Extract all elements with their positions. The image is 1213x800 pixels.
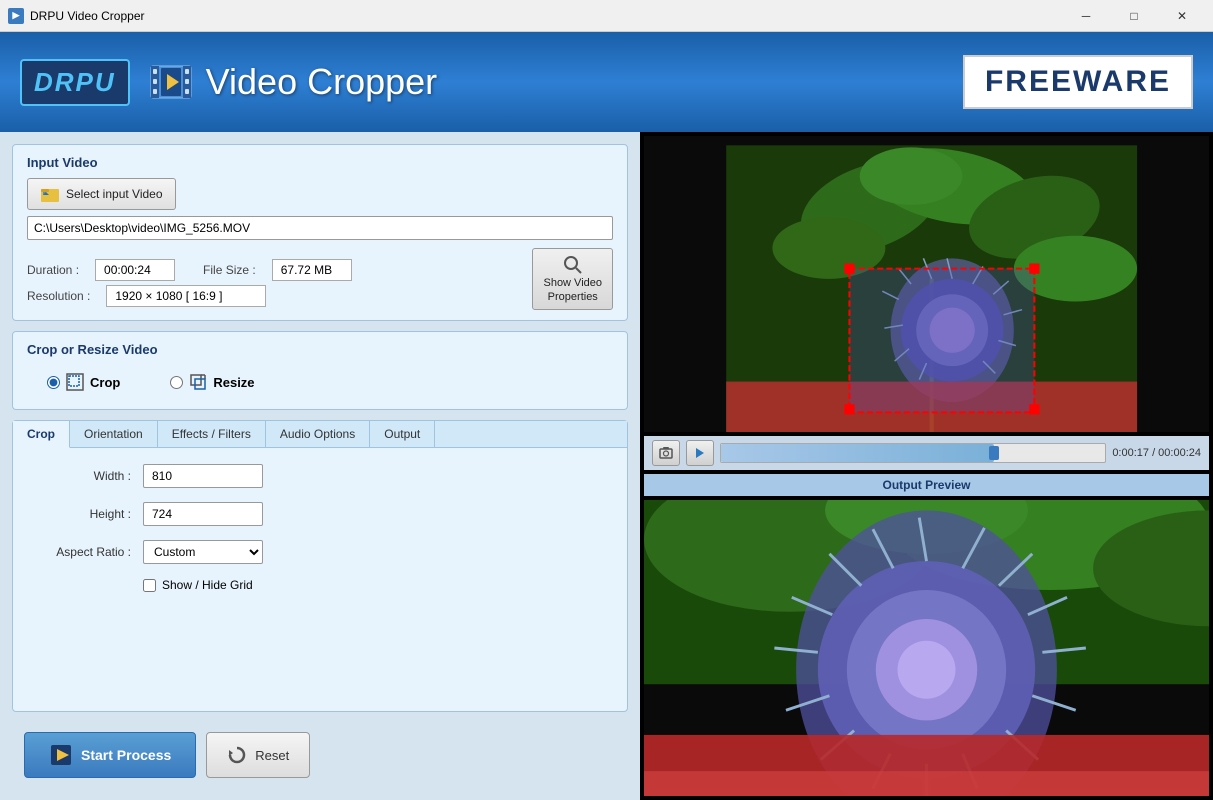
maximize-button[interactable]: □ bbox=[1111, 1, 1157, 31]
close-button[interactable]: ✕ bbox=[1159, 1, 1205, 31]
crop-resize-title: Crop or Resize Video bbox=[27, 342, 613, 357]
snapshot-button[interactable] bbox=[652, 440, 680, 466]
reset-icon bbox=[227, 745, 247, 765]
show-hide-grid-row: Show / Hide Grid bbox=[143, 578, 607, 592]
title-bar-controls: ─ □ ✕ bbox=[1063, 1, 1205, 31]
resolution-label: Resolution : bbox=[27, 289, 90, 303]
reset-button[interactable]: Reset bbox=[206, 732, 310, 778]
show-hide-grid-checkbox[interactable] bbox=[143, 579, 156, 592]
crop-option[interactable]: Crop bbox=[47, 373, 120, 391]
show-props-label2: Properties bbox=[548, 291, 598, 303]
aspect-ratio-row: Aspect Ratio : Custom 16:9 4:3 1:1 9:16 bbox=[33, 540, 607, 564]
play-icon bbox=[695, 447, 705, 459]
minimize-button[interactable]: ─ bbox=[1063, 1, 1109, 31]
start-process-label: Start Process bbox=[81, 747, 171, 763]
duration-label: Duration : bbox=[27, 263, 79, 277]
tab-audio[interactable]: Audio Options bbox=[266, 421, 370, 447]
height-label: Height : bbox=[33, 507, 143, 521]
right-panel: 0:00:17 / 00:00:24 Output Preview bbox=[640, 132, 1213, 800]
seek-bar[interactable] bbox=[720, 443, 1106, 463]
show-properties-button[interactable]: Show Video Properties bbox=[532, 248, 613, 310]
reset-label: Reset bbox=[255, 748, 289, 763]
width-label: Width : bbox=[33, 469, 143, 483]
app-icon: ▶ bbox=[8, 8, 24, 24]
magnify-icon bbox=[563, 255, 583, 275]
title-bar-text: DRPU Video Cropper bbox=[30, 9, 145, 23]
play-button[interactable] bbox=[686, 440, 714, 466]
aspect-ratio-label: Aspect Ratio : bbox=[33, 545, 143, 559]
bottom-bar: Start Process Reset bbox=[12, 722, 628, 788]
left-panel: Input Video Select input Video C:\Users\… bbox=[0, 132, 640, 800]
duration-value: 00:00:24 bbox=[95, 259, 175, 281]
tabs-header: Crop Orientation Effects / Filters Audio… bbox=[13, 421, 627, 448]
filesize-value: 67.72 MB bbox=[272, 259, 352, 281]
resize-radio[interactable] bbox=[170, 376, 183, 389]
file-path-input[interactable]: C:\Users\Desktop\video\IMG_5256.MOV bbox=[27, 216, 613, 240]
select-video-button[interactable]: Select input Video bbox=[27, 178, 176, 210]
filesize-label: File Size : bbox=[203, 263, 256, 277]
input-video-section: Input Video Select input Video C:\Users\… bbox=[12, 144, 628, 321]
preview-controls: 0:00:17 / 00:00:24 bbox=[644, 436, 1209, 470]
output-preview-label: Output Preview bbox=[644, 474, 1209, 496]
time-display: 0:00:17 / 00:00:24 bbox=[1112, 447, 1201, 459]
aspect-ratio-select[interactable]: Custom 16:9 4:3 1:1 9:16 bbox=[143, 540, 263, 564]
input-video-title: Input Video bbox=[27, 155, 613, 170]
height-row: Height : bbox=[33, 502, 607, 526]
show-props-label: Show Video bbox=[543, 277, 602, 289]
freeware-badge: FREEWARE bbox=[963, 55, 1193, 109]
film-icon bbox=[146, 57, 196, 107]
resolution-value: 1920 × 1080 [ 16:9 ] bbox=[106, 285, 266, 307]
tab-crop-content: Width : Height : Aspect Ratio : Custom 1… bbox=[13, 448, 627, 608]
input-video-preview bbox=[644, 136, 1209, 432]
crop-resize-section: Crop or Resize Video Crop bbox=[12, 331, 628, 410]
main-container: Input Video Select input Video C:\Users\… bbox=[0, 132, 1213, 800]
show-hide-grid-label: Show / Hide Grid bbox=[162, 578, 253, 592]
output-preview-video bbox=[644, 500, 1209, 796]
drpu-logo: DRPU bbox=[20, 59, 130, 106]
banner: DRPU Video Cropper FREEWARE bbox=[0, 32, 1213, 132]
tab-orientation[interactable]: Orientation bbox=[70, 421, 158, 447]
resize-option[interactable]: Resize bbox=[170, 373, 254, 391]
output-preview-area bbox=[644, 500, 1209, 796]
seek-thumb bbox=[989, 446, 999, 460]
folder-icon bbox=[40, 184, 60, 204]
crop-icon bbox=[66, 373, 84, 391]
resize-icon bbox=[189, 373, 207, 391]
tab-output[interactable]: Output bbox=[370, 421, 435, 447]
crop-resize-radio-group: Crop Resize bbox=[27, 365, 613, 399]
camera-icon bbox=[659, 446, 673, 460]
banner-title: Video Cropper bbox=[206, 61, 438, 103]
start-process-button[interactable]: Start Process bbox=[24, 732, 196, 778]
crop-radio[interactable] bbox=[47, 376, 60, 389]
title-bar-left: ▶ DRPU Video Cropper bbox=[8, 8, 145, 24]
tab-effects[interactable]: Effects / Filters bbox=[158, 421, 266, 447]
input-preview-video bbox=[644, 136, 1209, 432]
height-input[interactable] bbox=[143, 502, 263, 526]
tab-crop[interactable]: Crop bbox=[13, 421, 70, 448]
crop-label: Crop bbox=[90, 375, 120, 390]
seek-fill bbox=[721, 444, 994, 462]
title-bar: ▶ DRPU Video Cropper ─ □ ✕ bbox=[0, 0, 1213, 32]
resize-label: Resize bbox=[213, 375, 254, 390]
width-row: Width : bbox=[33, 464, 607, 488]
select-video-label: Select input Video bbox=[66, 187, 163, 201]
tabs-section: Crop Orientation Effects / Filters Audio… bbox=[12, 420, 628, 712]
start-process-icon bbox=[49, 743, 73, 767]
width-input[interactable] bbox=[143, 464, 263, 488]
